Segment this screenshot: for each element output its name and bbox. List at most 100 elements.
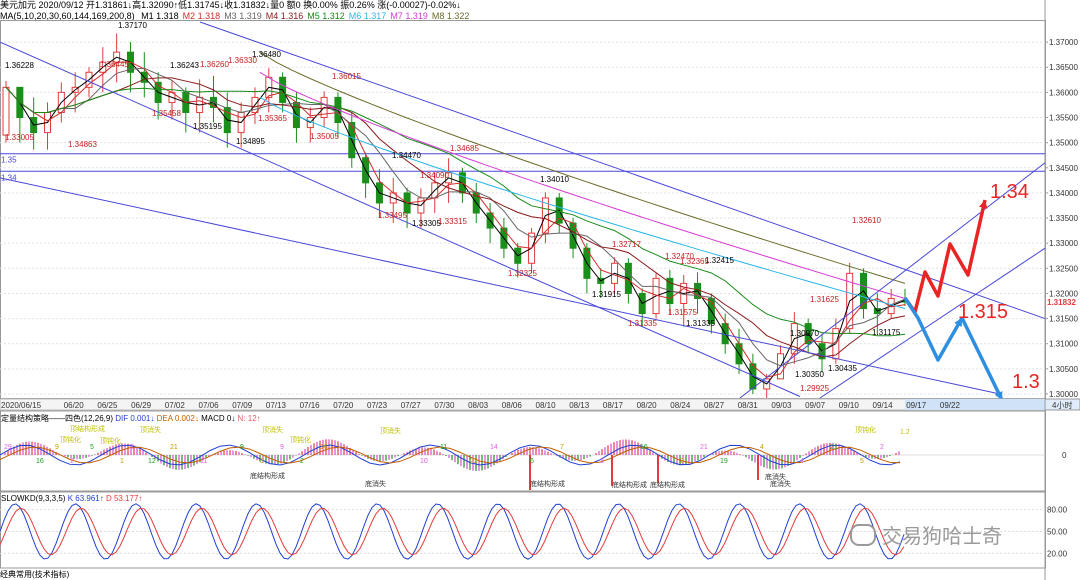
macd-number: 12 [148,458,156,465]
macd-annotation: 顶钝化 [100,436,121,445]
date-label: 07/16 [300,401,321,410]
date-label: 09/10 [839,401,860,410]
price-annotation: 1.31625 [810,295,839,304]
macd-number: 16 [36,458,44,465]
price-annotation: 1.37170 [118,21,147,30]
macd-number: 6 [530,458,534,465]
macd-field: N: 12↑ [238,414,261,423]
macd-number: 11 [440,444,447,451]
macd-number: 9 [55,444,59,451]
candle-body [2,86,10,136]
macd-number: 19 [720,458,728,465]
date-label: 07/02 [165,401,186,410]
status-bar: 经典常用(技术指标) [0,570,70,579]
macd-number: 2 [680,458,684,465]
price-annotation: 1.34010 [540,175,569,184]
macd-number: 9 [280,444,284,451]
current-price-label: 1.31832 [1047,298,1076,307]
price-annotation: 1.30350 [795,370,824,379]
macd-number: 2 [130,444,134,451]
macd-number: 14 [490,444,498,451]
date-label: 09/22 [940,401,961,410]
price-tick-label: 1.31000 [1049,340,1078,349]
macd-number: 9 [240,444,244,451]
price-annotation: 1.33315 [438,217,467,226]
price-annotation: 1.31575 [668,308,697,317]
date-label: 08/06 [502,401,523,410]
price-annotation: 1.34090 [420,171,449,180]
macd-annotation: 顶消失 [262,425,283,434]
wechat-icon [850,524,876,546]
macd-annotation: 顶结构形成 [70,424,105,433]
price-annotation: 1.36480 [252,50,281,59]
macd-number: 7 [560,444,564,451]
period-label: 4小时 [1052,400,1072,410]
price-annotation: 1.30970 [790,329,819,338]
price-annotation: 1.31175 [872,328,901,337]
date-label: 08/27 [704,401,725,410]
kd-field: K 63.961↑ [68,494,106,503]
price-annotation: 1.31335 [686,319,715,328]
price-tick-label: 1.36500 [1049,63,1078,72]
price-annotation: 1.35195 [193,122,222,131]
macd-number: 5 [90,444,94,451]
date-label: 09/03 [771,401,792,410]
macd-field: DEA 0.002↓ [157,414,201,423]
macd-number: 29 [4,444,12,451]
price-annotation: 1.30435 [828,364,857,373]
price-tick-label: 1.31500 [1049,315,1078,324]
macd-annotation: 底结构形成 [530,479,565,488]
price-annotation: 1.34863 [68,140,97,149]
macd-number: 2 [70,458,74,465]
date-label: 07/30 [434,401,455,410]
price-tick-label: 1.35500 [1049,114,1078,123]
target-arrow-down [960,317,1004,401]
price-annotation: 1.33005 [5,133,34,142]
date-label: 08/10 [536,401,557,410]
price-tick-label: 1.33000 [1049,239,1078,248]
price-annotation: 1.36445 [100,60,129,69]
price-annotation: 1.32415 [705,256,734,265]
date-label: 08/20 [637,401,658,410]
macd-field: 定量结构策略——四色(12,26,9) [1,413,115,423]
date-label: 09/07 [805,401,826,410]
macd-number: 2 [300,458,304,465]
price-tick-label: 1.37000 [1049,38,1078,47]
macd-annotation: 底结构形成 [650,480,685,489]
price-tick-label: 1.33500 [1049,214,1078,223]
date-label: 07/20 [333,401,354,410]
kd-title: SLOWKD(9,3,3,5) K 63.961↑ D 53.177↑ [1,494,142,503]
price-annotation: 1.36243 [170,61,199,70]
macd-field: DIF 0.001↓ [115,414,156,423]
kd-tick: 80.00 [1047,506,1068,515]
price-annotation: 1.32325 [508,269,537,278]
price-annotation: 1.32365 [680,257,709,266]
target-label-1.34: 1.34 [990,181,1029,203]
date-label: 07/23 [367,401,388,410]
macd-annotation: 底结构形成 [612,480,647,489]
macd-number: 16 [640,444,648,451]
kd-tick: 50.00 [1047,528,1068,537]
price-tick-label: 1.34000 [1049,189,1078,198]
price-tick-label: 1.36000 [1049,88,1078,97]
macd-annotation: 底消失 [365,479,386,488]
kd-field: D 53.177↑ [106,494,142,503]
price-annotation: 1.32610 [852,216,881,225]
date-label: 07/13 [266,401,287,410]
macd-annotation: 顶钝化 [290,435,311,444]
macd-number: 4 [760,444,764,451]
target-label-1.3: 1.3 [1012,371,1040,393]
macd-annotation: 顶消失 [380,426,401,435]
macd-number: 22 [470,458,478,465]
price-annotation: 1.31335 [628,319,657,328]
price-annotation: 1.35458 [152,109,181,118]
macd-annotation: 底结构形成 [250,471,285,480]
price-annotation: 1.34470 [392,151,421,160]
date-label: 07/09 [232,401,253,410]
price-annotation: 1.29925 [800,384,829,393]
price-annotation: 1.35005 [310,132,339,141]
date-label: 08/13 [569,401,590,410]
date-label: 06/25 [97,401,118,410]
date-label: 2020/06/15 [1,401,42,410]
price-annotation: 1.36260 [200,60,229,69]
